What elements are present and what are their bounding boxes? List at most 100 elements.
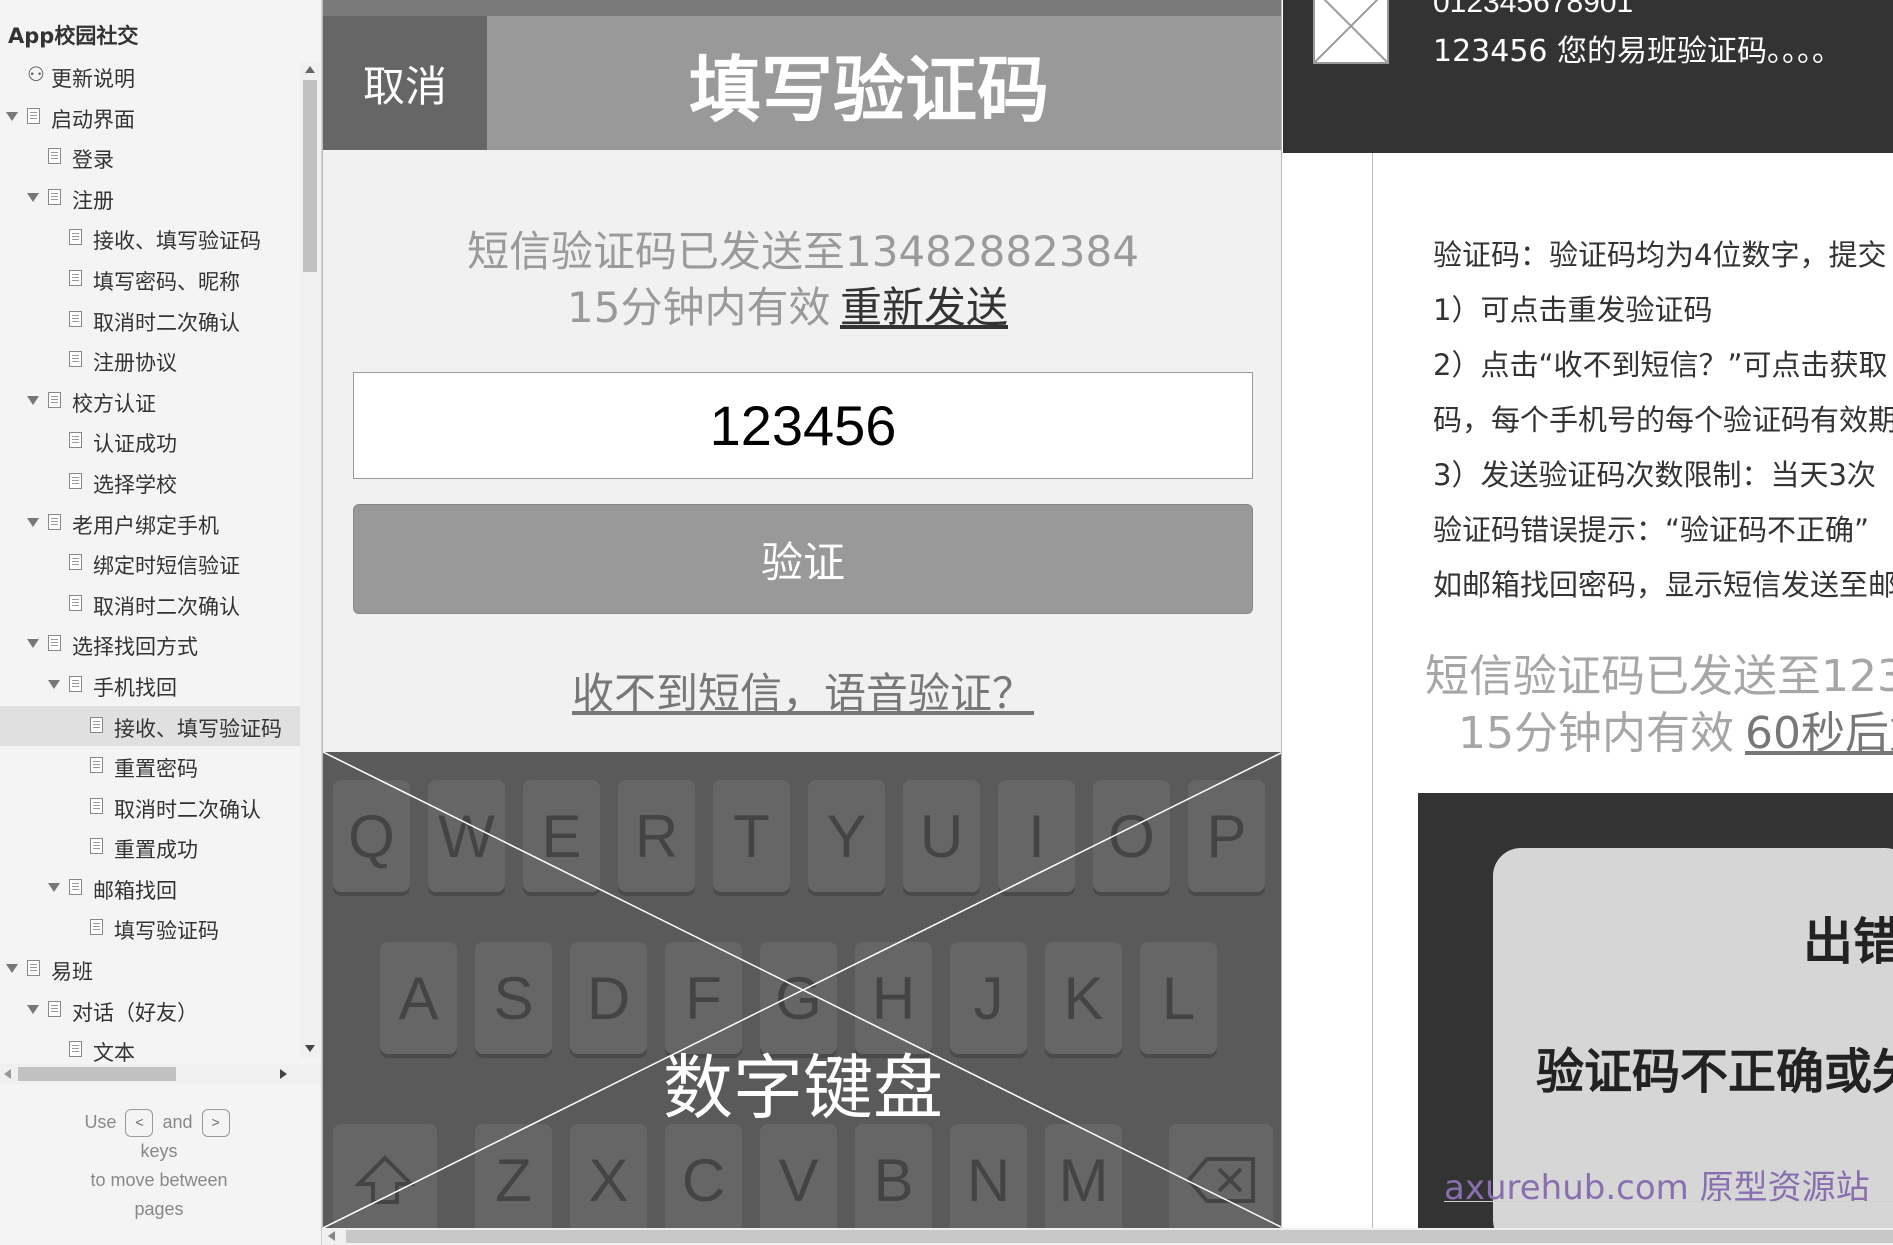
sidebar-item[interactable]: 填写密码、昵称	[0, 259, 300, 300]
sidebar-item[interactable]: 取消时二次确认	[0, 300, 300, 341]
sms-sent-notice: 短信验证码已发送至13482882384	[467, 227, 1139, 276]
sidebar-item[interactable]: 启动界面	[0, 97, 300, 138]
sidebar-item-label: 邮箱找回	[93, 878, 177, 903]
expand-toggle-icon[interactable]	[27, 395, 39, 405]
sidebar-item[interactable]: 校方认证	[0, 381, 300, 422]
sidebar-item[interactable]: ⚇ 更新说明	[0, 56, 300, 97]
page-icon	[69, 432, 82, 449]
status-bar	[323, 0, 1281, 16]
expand-toggle-icon[interactable]	[48, 679, 60, 689]
error-dialog-message: 验证码不正确或失	[1536, 1044, 1893, 1100]
countdown-resend-link[interactable]: 60秒后重	[1745, 697, 1893, 761]
resend-link[interactable]: 重新发送	[840, 274, 1008, 335]
expand-toggle-icon[interactable]	[27, 192, 39, 202]
scroll-thumb[interactable]	[346, 1230, 1893, 1243]
voice-verification-label[interactable]: 收不到短信，语音验证？	[572, 669, 1034, 718]
page-icon	[90, 838, 103, 855]
sidebar-item[interactable]: 接收、填写验证码	[0, 218, 300, 259]
sidebar-item-label: 重置成功	[114, 838, 198, 863]
sms-sent-notice-copy: 短信验证码已发送至1234	[1425, 651, 1893, 702]
page-icon	[69, 554, 82, 571]
page-icon	[27, 107, 40, 124]
sidebar-item[interactable]: 选择学校	[0, 462, 300, 503]
next-key-icon: >	[201, 1109, 230, 1138]
sidebar-item[interactable]: 重置密码	[0, 746, 300, 787]
scroll-up-arrow-icon[interactable]	[305, 66, 315, 73]
sidebar-item[interactable]: 取消时二次确认	[0, 787, 300, 828]
sidebar-item[interactable]: 注册	[0, 178, 300, 219]
page-tree: ⚇ 更新说明 启动界面 登录 注册 接收、填写验证码 填写密码、昵称 取消时二次确认 注册协议校…	[0, 56, 300, 1071]
sidebar-item[interactable]: 手机找回	[0, 665, 300, 706]
sidebar-item-label: 易班	[51, 960, 93, 985]
sidebar-item-label: 注册	[72, 188, 114, 213]
sidebar-item[interactable]: 填写验证码	[0, 908, 300, 949]
sidebar-item-label: 填写密码、昵称	[93, 269, 240, 294]
sidebar-item-label: 接收、填写验证码	[114, 716, 282, 741]
page-icon	[69, 878, 82, 895]
sidebar-item[interactable]: 登录	[0, 137, 300, 178]
sidebar-item[interactable]: 注册协议	[0, 340, 300, 381]
project-title: App校园社交	[8, 24, 139, 48]
expand-toggle-icon[interactable]	[27, 1004, 39, 1014]
prev-key-icon: <	[125, 1109, 154, 1138]
scroll-thumb[interactable]	[303, 80, 317, 272]
spec-note-line: 2）点击“收不到短信？”可点击获取	[1433, 348, 1888, 382]
error-dialog-title: 出错	[1803, 913, 1893, 971]
main-horizontal-scrollbar[interactable]	[322, 1228, 1893, 1245]
help-and: and	[162, 1112, 193, 1132]
sidebar-item[interactable]: 对话（好友）	[0, 990, 300, 1031]
page-icon	[69, 472, 82, 489]
notification-sender: 012345678901	[1433, 0, 1634, 19]
sidebar-item[interactable]: 老用户绑定手机	[0, 503, 300, 544]
expand-toggle-icon[interactable]	[6, 964, 18, 974]
page-icon	[69, 1041, 82, 1058]
verify-button[interactable]: 验证	[353, 504, 1253, 614]
sidebar-item-label: 取消时二次确认	[93, 310, 240, 335]
page-icon	[69, 351, 82, 368]
sitemap-sidebar: App校园社交 ⚇ 更新说明 启动界面 登录 注册 接收、填写验证码 填写密码、昵称 取消时二…	[0, 0, 322, 1245]
expand-toggle-icon[interactable]	[48, 882, 60, 892]
page-icon	[69, 269, 82, 286]
page-title: 填写验证码	[688, 47, 1049, 132]
page-icon	[48, 148, 61, 165]
expand-toggle-icon[interactable]	[6, 111, 18, 121]
spec-note-line: 1）可点击重发验证码	[1433, 293, 1713, 327]
help-pages: pages	[134, 1199, 184, 1220]
sidebar-item[interactable]: 邮箱找回	[0, 868, 300, 909]
scroll-thumb[interactable]	[18, 1067, 176, 1081]
sidebar-item-label: 登录	[72, 148, 114, 173]
sidebar-item[interactable]: 取消时二次确认	[0, 584, 300, 625]
spec-note-line: 如邮箱找回密码，显示短信发送至邮	[1433, 568, 1893, 602]
sidebar-horizontal-scrollbar[interactable]	[0, 1064, 321, 1084]
sidebar-item[interactable]: 易班	[0, 949, 300, 990]
page-icon	[69, 310, 82, 327]
sidebar-item-label: 老用户绑定手机	[72, 513, 219, 538]
sidebar-item-label: 填写验证码	[114, 919, 219, 944]
validity-notice-copy: 15分钟内有效	[1458, 708, 1734, 759]
page-icon	[90, 757, 103, 774]
scroll-left-arrow-icon[interactable]	[4, 1069, 11, 1079]
sidebar-item[interactable]: 接收、填写验证码	[0, 705, 300, 747]
scroll-left-arrow-icon[interactable]	[328, 1231, 335, 1241]
verification-code-input[interactable]: 123456	[353, 372, 1253, 479]
nav-bar: 取消 填写验证码	[323, 16, 1281, 150]
scroll-down-arrow-icon[interactable]	[305, 1045, 315, 1052]
voice-verification-link[interactable]: 收不到短信，语音验证？	[323, 660, 1281, 721]
expand-toggle-icon[interactable]	[27, 517, 39, 527]
sidebar-item[interactable]: 绑定时短信验证	[0, 543, 300, 584]
expand-toggle-icon[interactable]	[27, 639, 39, 649]
cancel-button[interactable]: 取消	[323, 16, 487, 150]
sidebar-item[interactable]: 认证成功	[0, 421, 300, 462]
sitemap-node-icon: ⚇	[27, 62, 45, 86]
scroll-right-arrow-icon[interactable]	[280, 1069, 287, 1079]
sidebar-item[interactable]: 重置成功	[0, 827, 300, 868]
sidebar-item[interactable]: 选择找回方式	[0, 624, 300, 665]
sidebar-item-label: 认证成功	[93, 432, 177, 457]
page-icon	[48, 188, 61, 205]
page-icon	[27, 960, 40, 977]
divider	[1372, 153, 1373, 1228]
spec-note-line: 验证码错误提示：“验证码不正确”	[1433, 513, 1870, 547]
sidebar-vertical-scrollbar[interactable]	[300, 62, 320, 1058]
sidebar-item-label: 选择找回方式	[72, 635, 198, 660]
sidebar-item-label: 启动界面	[51, 107, 135, 132]
